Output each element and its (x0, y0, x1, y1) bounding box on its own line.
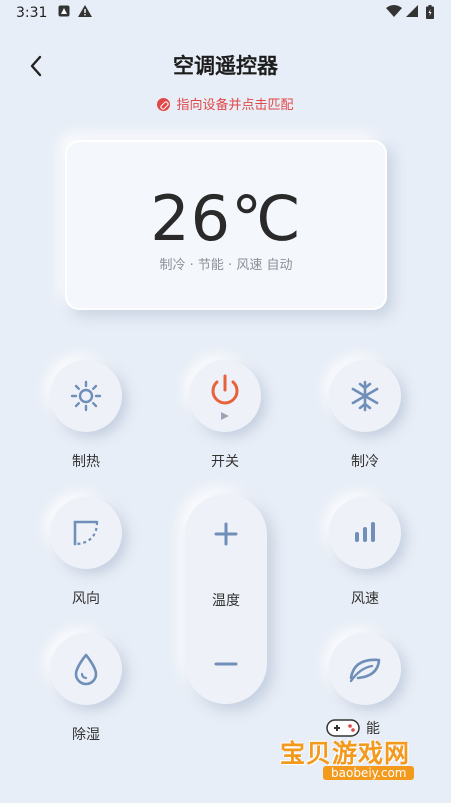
match-hint-text: 指向设备并点击匹配 (176, 98, 294, 113)
leaf-icon (349, 658, 381, 683)
signal-icon (406, 5, 418, 21)
app-notification-icon (58, 5, 70, 21)
wind-direction-icon (73, 520, 99, 546)
fan-speed-button[interactable] (329, 497, 401, 569)
power-label: 开关 (211, 454, 239, 470)
snowflake-icon (351, 380, 379, 412)
temperature-up-button[interactable] (185, 522, 267, 550)
temperature-label: 温度 (212, 593, 240, 609)
battery-icon (426, 5, 434, 23)
minus-icon (214, 662, 238, 666)
warning-icon (78, 5, 92, 21)
cool-label: 制冷 (351, 454, 379, 470)
cool-button[interactable] (329, 360, 401, 432)
status-time: 3:31 (16, 5, 48, 21)
link-icon (157, 98, 171, 111)
watermark-text: 宝贝游戏网 (280, 739, 411, 768)
sun-icon (70, 380, 102, 412)
heat-button[interactable] (50, 360, 122, 432)
eco-button[interactable] (329, 633, 401, 705)
plus-icon (214, 522, 238, 546)
temperature-display: 26℃ 制冷 · 节能 · 风速 自动 (65, 140, 387, 310)
page-title: 空调遥控器 (173, 54, 278, 78)
heat-label: 制热 (72, 454, 100, 470)
watermark: 能 宝贝游戏网 baobeiy.com (268, 716, 438, 786)
fan-speed-label: 风速 (351, 591, 379, 607)
temperature-down-button[interactable] (185, 652, 267, 680)
wind-direction-button[interactable] (50, 497, 122, 569)
fan-speed-bars-icon (355, 522, 375, 542)
wifi-icon (386, 5, 402, 21)
temperature-control: 温度 (185, 494, 267, 704)
power-icon (211, 374, 239, 420)
mode-status: 制冷 · 节能 · 风速 自动 (159, 258, 293, 273)
power-button[interactable] (189, 360, 261, 432)
header: 空调遥控器 (0, 40, 451, 88)
water-drop-icon (74, 653, 98, 686)
wind-direction-label: 风向 (72, 591, 100, 607)
dehumidify-label: 除湿 (72, 727, 100, 743)
match-hint[interactable]: 指向设备并点击匹配 (0, 94, 451, 113)
dehumidify-button[interactable] (50, 633, 122, 705)
watermark-url: baobeiy.com (323, 766, 415, 780)
status-bar: 3:31 (0, 0, 451, 28)
current-temperature: 26℃ (150, 182, 302, 255)
